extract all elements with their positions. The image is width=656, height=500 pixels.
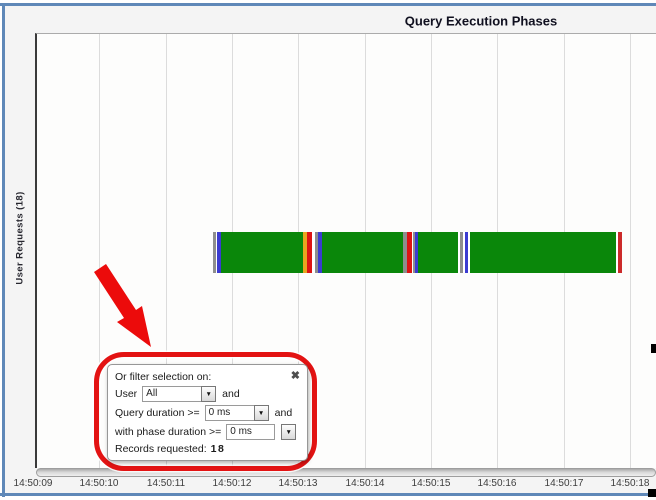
chart-title: Query Execution Phases (405, 14, 557, 29)
window-border-left (2, 3, 5, 497)
query-duration-label: Query duration >= (115, 407, 200, 419)
black-mark-artifact (651, 344, 656, 353)
query-duration-value: 0 ms (205, 405, 255, 421)
phase-segment (221, 232, 303, 273)
x-tick-label: 14:50:15 (412, 478, 451, 489)
user-filter-row: User All ▼ and (115, 386, 299, 402)
chevron-down-icon: ▼ (201, 386, 216, 402)
records-requested-value: 18 (211, 443, 226, 455)
user-dropdown-value: All (142, 386, 202, 402)
close-icon[interactable]: ✖ (291, 369, 300, 382)
phase-duration-label: with phase duration >= (115, 426, 221, 438)
records-requested-label: Records requested: (115, 443, 207, 455)
popup-title: Or filter selection on: (115, 371, 211, 383)
x-tick-label: 14:50:10 (80, 478, 119, 489)
x-tick-label: 14:50:14 (346, 478, 385, 489)
query-duration-filter-row: Query duration >= 0 ms ▼ and (115, 405, 299, 421)
x-tick-label: 14:50:11 (147, 478, 185, 489)
x-axis-labels: 14:50:09 14:50:10 14:50:11 14:50:12 14:50:13… (0, 478, 656, 492)
and-text: and (222, 388, 240, 400)
black-mark-artifact (648, 489, 656, 497)
filter-popup: ✖ Or filter selection on: User All ▼ and… (107, 364, 308, 461)
phase-segment (470, 232, 616, 273)
x-tick-label: 14:50:13 (279, 478, 318, 489)
and-text: and (275, 407, 293, 419)
phase-segment (418, 232, 458, 273)
phase-duration-dropdown[interactable]: 0 ms ▼ (226, 424, 296, 440)
phase-duration-value: 0 ms (226, 424, 275, 440)
window-border-top (0, 3, 656, 6)
request-bar[interactable] (213, 232, 622, 273)
query-duration-dropdown[interactable]: 0 ms ▼ (205, 405, 269, 421)
x-tick-label: 14:50:12 (213, 478, 252, 489)
records-requested-row: Records requested: 18 (115, 443, 299, 455)
user-label: User (115, 388, 137, 400)
x-tick-label: 14:50:17 (545, 478, 584, 489)
popup-title-row: Or filter selection on: (115, 371, 299, 383)
user-dropdown[interactable]: All ▼ (142, 386, 216, 402)
x-tick-label: 14:50:16 (478, 478, 517, 489)
phase-segment (618, 232, 622, 273)
y-axis-label: User Requests (18) (15, 191, 26, 284)
gridline (630, 34, 631, 468)
app-window: Query Execution Phases User Requests (18… (0, 0, 656, 500)
chevron-down-icon: ▼ (281, 424, 296, 440)
x-tick-label: 14:50:18 (611, 478, 650, 489)
window-border-bottom (0, 493, 656, 496)
phase-segment (322, 232, 403, 273)
chevron-down-icon: ▼ (254, 405, 269, 421)
x-tick-label: 14:50:09 (14, 478, 53, 489)
phase-duration-filter-row: with phase duration >= 0 ms ▼ (115, 424, 299, 440)
